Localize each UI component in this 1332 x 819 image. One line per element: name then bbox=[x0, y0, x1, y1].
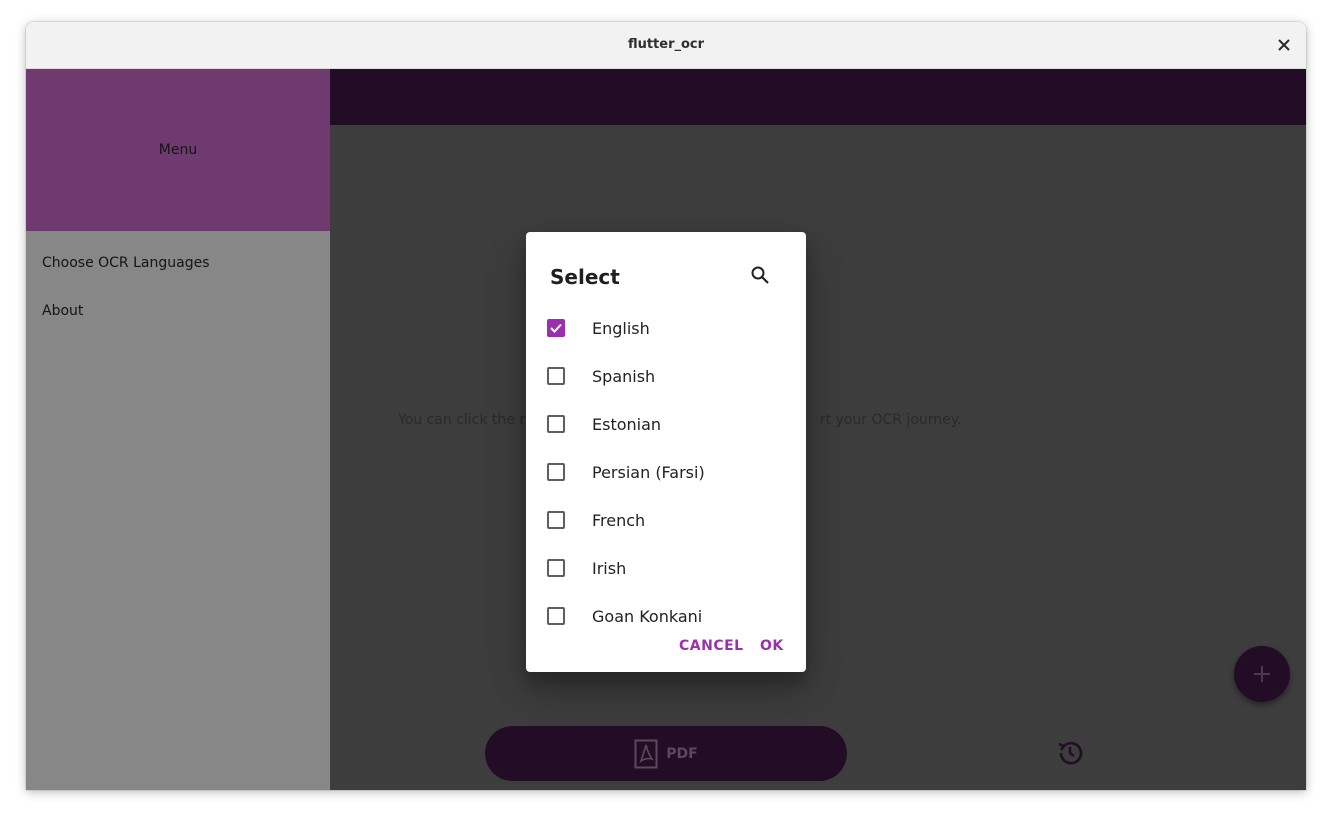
checkbox[interactable] bbox=[547, 607, 565, 625]
option-english[interactable]: English bbox=[526, 304, 806, 352]
dialog-actions: CANCEL OK bbox=[526, 628, 806, 672]
checkbox[interactable] bbox=[547, 511, 565, 529]
drawer-header-title: Menu bbox=[158, 142, 198, 158]
cancel-button[interactable]: CANCEL bbox=[679, 638, 744, 654]
close-icon[interactable] bbox=[1274, 35, 1294, 55]
option-label: Persian (Farsi) bbox=[592, 462, 705, 482]
option-spanish[interactable]: Spanish bbox=[526, 352, 806, 400]
main-area: You can click the rig rt your OCR journey… bbox=[330, 125, 1306, 790]
option-label: Estonian bbox=[592, 414, 662, 434]
bottom-bar: PDF bbox=[330, 718, 1306, 790]
option-label: Goan Konkani bbox=[592, 606, 703, 626]
option-goan-konkani[interactable]: Goan Konkani bbox=[526, 592, 806, 630]
option-label: Irish bbox=[592, 558, 627, 578]
option-label: English bbox=[592, 318, 650, 338]
dialog-title: Select bbox=[550, 265, 620, 289]
option-label: Spanish bbox=[592, 366, 656, 386]
app-bar bbox=[330, 69, 1306, 125]
ok-button[interactable]: OK bbox=[760, 638, 784, 654]
add-fab-button[interactable] bbox=[1234, 646, 1290, 702]
pdf-file-icon bbox=[634, 739, 658, 768]
language-select-dialog: Select English Spanish Estonian Persian … bbox=[526, 232, 806, 672]
navigation-drawer: Menu Choose OCR Languages About bbox=[26, 69, 330, 790]
pdf-button[interactable]: PDF bbox=[485, 726, 847, 781]
checkbox[interactable] bbox=[547, 463, 565, 481]
option-persian[interactable]: Persian (Farsi) bbox=[526, 448, 806, 496]
checkbox[interactable] bbox=[547, 367, 565, 385]
option-estonian[interactable]: Estonian bbox=[526, 400, 806, 448]
option-irish[interactable]: Irish bbox=[526, 544, 806, 592]
window-title: flutter_ocr bbox=[627, 37, 705, 52]
title-bar: flutter_ocr bbox=[26, 22, 1306, 69]
search-icon[interactable] bbox=[748, 263, 772, 287]
option-label: French bbox=[592, 510, 646, 530]
history-button[interactable] bbox=[1052, 735, 1088, 771]
pdf-button-label: PDF bbox=[666, 745, 698, 762]
option-french[interactable]: French bbox=[526, 496, 806, 544]
drawer-item-about[interactable]: About bbox=[42, 303, 83, 319]
hint-text-right: rt your OCR journey. bbox=[819, 412, 962, 428]
language-options-list[interactable]: English Spanish Estonian Persian (Farsi)… bbox=[526, 304, 806, 630]
hint-text-left: You can click the rig bbox=[398, 412, 538, 428]
checkbox[interactable] bbox=[547, 559, 565, 577]
drawer-header: Menu bbox=[26, 69, 330, 231]
plus-icon bbox=[1254, 666, 1270, 682]
history-icon bbox=[1058, 741, 1083, 765]
drawer-item-choose-ocr-languages[interactable]: Choose OCR Languages bbox=[42, 255, 210, 271]
app-window: flutter_ocr You can click the rig rt your… bbox=[26, 22, 1306, 790]
checkbox-checked[interactable] bbox=[547, 319, 565, 337]
app-content: You can click the rig rt your OCR journey… bbox=[26, 69, 1306, 790]
checkbox[interactable] bbox=[547, 415, 565, 433]
